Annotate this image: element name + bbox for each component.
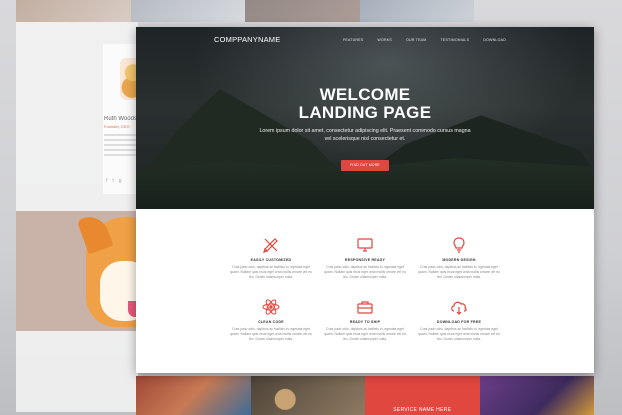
portfolio-tile-active[interactable]: SERVICE NAME HERE: [365, 376, 480, 415]
feature-card: CLEAN CODE Cras justo odio, dapibus ac f…: [230, 297, 312, 342]
atom-icon: [262, 299, 280, 315]
nav-item-testimonials[interactable]: TESTIMONIALS: [440, 38, 469, 42]
feature-title: CLEAN CODE: [258, 320, 284, 324]
brand-logo[interactable]: COMPPANYNAME: [214, 35, 280, 44]
nav-item-download[interactable]: DOWNLOAD: [483, 38, 506, 42]
feature-card: DOWNLOAD FOR FREE Cras justo odio, dapib…: [418, 297, 500, 342]
feature-title: DOWNLOAD FOR FREE: [436, 320, 482, 324]
features-section: EASILY CUSTOMIZED Cras justo odio, dapib…: [136, 209, 594, 373]
feature-title: EASILY CUSTOMIZED: [250, 258, 292, 262]
monitor-icon: [357, 238, 373, 252]
pencil-ruler-icon: [263, 238, 278, 253]
feature-title: RESPONSIVE READY: [344, 258, 386, 262]
hero-section: COMPPANYNAME FEATURES WORKS OUR TEAM TES…: [136, 27, 594, 209]
profile-name: Ruth Woods: [104, 116, 137, 122]
feature-card: MODERN DESIGN Cras justo odio, dapibus a…: [418, 235, 500, 280]
nav-item-our-team[interactable]: OUR TEAM: [406, 38, 427, 42]
feature-text: Cras justo odio, dapibus ac facilisis in…: [324, 327, 406, 341]
hero-title-line-1: WELCOME: [319, 85, 411, 104]
cloud-download-icon: [451, 301, 467, 315]
lightbulb-icon: [453, 237, 465, 253]
feature-card: READY TO SHIP Cras justo odio, dapibus a…: [324, 297, 406, 342]
profile-social-icons: ftg: [106, 178, 127, 184]
nav-menu: FEATURES WORKS OUR TEAM TESTIMONIALS DOW…: [343, 38, 506, 42]
background-thumbnail-strip: [16, 0, 474, 22]
feature-title: READY TO SHIP: [349, 320, 381, 324]
feature-text: Cras justo odio, dapibus ac facilisis in…: [418, 265, 500, 279]
portfolio-strip: SERVICE NAME HERE: [136, 376, 594, 415]
feature-card: RESPONSIVE READY Cras justo odio, dapibu…: [324, 235, 406, 280]
nav-item-works[interactable]: WORKS: [377, 38, 392, 42]
feature-text: Cras justo odio, dapibus ac facilisis in…: [418, 327, 500, 341]
navbar: COMPPANYNAME FEATURES WORKS OUR TEAM TES…: [136, 27, 594, 53]
hero-title: WELCOME LANDING PAGE: [136, 86, 594, 122]
google-plus-icon[interactable]: g: [119, 178, 127, 184]
find-out-more-button[interactable]: FIND OUT MORE: [341, 160, 389, 171]
hero-title-line-2: LANDING PAGE: [298, 103, 432, 122]
portfolio-tile[interactable]: [136, 376, 251, 415]
profile-description: [104, 134, 136, 159]
nav-item-features[interactable]: FEATURES: [343, 38, 364, 42]
profile-role: Founder, CEO: [104, 124, 130, 129]
portfolio-caption: SERVICE NAME HERE: [393, 407, 452, 413]
feature-text: Cras justo odio, dapibus ac facilisis in…: [230, 265, 312, 279]
dog-illustration-tile: [16, 211, 138, 331]
toolbox-icon: [357, 301, 373, 314]
portfolio-tile[interactable]: [479, 376, 594, 415]
hero-subtitle: Lorem ipsum dolor sit amet, consectetur …: [259, 128, 471, 142]
portfolio-tile[interactable]: [250, 376, 365, 415]
feature-text: Cras justo odio, dapibus ac facilisis in…: [324, 265, 406, 279]
feature-card: EASILY CUSTOMIZED Cras justo odio, dapib…: [230, 235, 312, 280]
feature-title: MODERN DESIGN: [442, 258, 476, 262]
landing-page: COMPPANYNAME FEATURES WORKS OUR TEAM TES…: [136, 27, 594, 373]
feature-text: Cras justo odio, dapibus ac facilisis in…: [230, 327, 312, 341]
